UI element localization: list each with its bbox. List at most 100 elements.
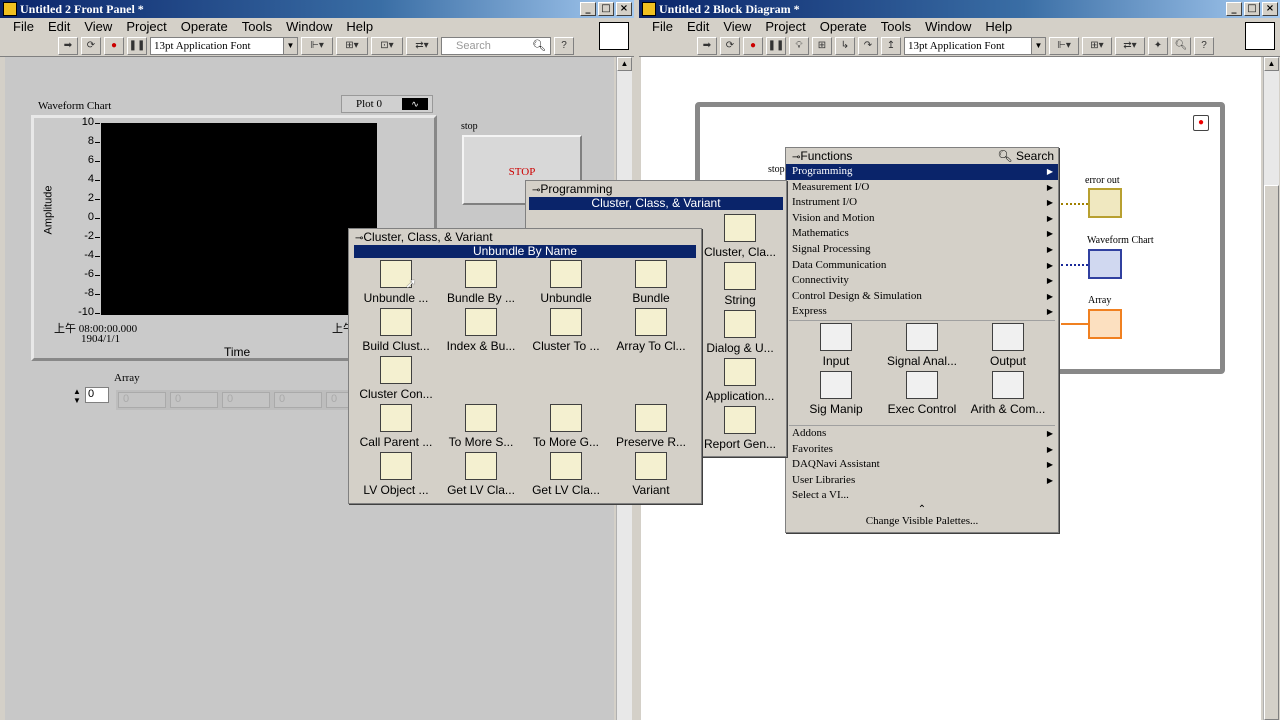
- menu-help[interactable]: Help: [978, 18, 1019, 35]
- abort-icon[interactable]: ●: [104, 36, 124, 55]
- functions-palette-header[interactable]: ⊸Functions 🔍︎ Search: [786, 148, 1058, 164]
- error-out-terminal[interactable]: [1088, 188, 1122, 218]
- functions-search-button[interactable]: 🔍︎ Search: [997, 148, 1054, 164]
- step-out-icon[interactable]: ↥: [881, 36, 901, 55]
- menu-operate[interactable]: Operate: [813, 18, 874, 35]
- cluster-lv-object-button[interactable]: LV Object ...: [353, 452, 439, 500]
- menu-window[interactable]: Window: [918, 18, 978, 35]
- palette-item-signal-processing[interactable]: Signal Processing ▶: [786, 242, 1058, 258]
- scroll-up-arrow-icon[interactable]: ▲: [617, 57, 632, 71]
- cluster-variant-button[interactable]: Variant: [608, 452, 694, 500]
- express-sig-manip-button[interactable]: Sig Manip: [793, 370, 879, 419]
- reorder-icon[interactable]: ⇄▾: [406, 36, 438, 55]
- palette-item-data-communication[interactable]: Data Communication ▶: [786, 258, 1058, 274]
- cluster-cluster-con-button[interactable]: Cluster Con...: [353, 356, 439, 404]
- palette-item-user-libraries[interactable]: User Libraries ▶: [786, 473, 1058, 489]
- maximize-button[interactable]: □: [1244, 2, 1260, 16]
- distribute-icon[interactable]: ⊞▾: [336, 36, 368, 55]
- array-terminal[interactable]: [1088, 309, 1122, 339]
- menu-project[interactable]: Project: [758, 18, 812, 35]
- bd-vertical-scrollbar[interactable]: ▲: [1263, 57, 1279, 720]
- cluster-build-clust-button[interactable]: Build Clust...: [353, 308, 439, 356]
- cluster-array-to-cl-button[interactable]: Array To Cl...: [608, 308, 694, 356]
- programming-string-button[interactable]: String: [697, 262, 783, 310]
- cluster-get-lv-cla-button[interactable]: Get LV Cla...: [523, 452, 609, 500]
- array-element[interactable]: 0: [222, 392, 270, 408]
- menu-file[interactable]: File: [645, 18, 680, 35]
- loop-stop-condition-icon[interactable]: ●: [1193, 115, 1209, 131]
- array-element[interactable]: 0: [170, 392, 218, 408]
- front-panel-titlebar[interactable]: Untitled 2 Front Panel * _ □ ×: [0, 0, 634, 18]
- close-button[interactable]: ×: [1262, 2, 1278, 16]
- menu-view[interactable]: View: [716, 18, 758, 35]
- array-index-value[interactable]: 0: [85, 387, 109, 403]
- palette-item-programming[interactable]: Programming ▶: [786, 164, 1058, 180]
- programming-cluster-cla-button[interactable]: Cluster, Cla...: [697, 214, 783, 262]
- programming-application-button[interactable]: Application...: [697, 358, 783, 406]
- express-output-button[interactable]: Output: [965, 322, 1051, 371]
- array-element[interactable]: 0: [118, 392, 166, 408]
- cluster-bundle-by-button[interactable]: Bundle By ...: [438, 260, 524, 308]
- express-arith-com-button[interactable]: Arith & Com...: [965, 370, 1051, 419]
- run-continuous-icon[interactable]: ⟳: [720, 36, 740, 55]
- distribute-icon[interactable]: ⊞▾: [1082, 36, 1112, 55]
- search-input[interactable]: Search 🔍︎: [441, 36, 551, 55]
- align-icon[interactable]: ⊩▾: [1049, 36, 1079, 55]
- menu-edit[interactable]: Edit: [41, 18, 77, 35]
- cluster-index-bu-button[interactable]: Index & Bu...: [438, 308, 524, 356]
- palette-item-daqnavi-assistant[interactable]: DAQNavi Assistant ▶: [786, 457, 1058, 473]
- menu-edit[interactable]: Edit: [680, 18, 716, 35]
- palette-item-addons[interactable]: Addons ▶: [786, 426, 1058, 442]
- run-arrow-icon[interactable]: ➡: [697, 36, 717, 55]
- express-signal-anal-button[interactable]: Signal Anal...: [879, 322, 965, 371]
- programming-dialog-u-button[interactable]: Dialog & U...: [697, 310, 783, 358]
- menu-help[interactable]: Help: [339, 18, 380, 35]
- run-continuous-icon[interactable]: ⟳: [81, 36, 101, 55]
- menu-tools[interactable]: Tools: [235, 18, 279, 35]
- cluster-bundle-button[interactable]: Bundle: [608, 260, 694, 308]
- cluster-cluster-to-button[interactable]: Cluster To ...: [523, 308, 609, 356]
- cluster-call-parent-button[interactable]: Call Parent ...: [353, 404, 439, 452]
- express-exec-control-button[interactable]: Exec Control: [879, 370, 965, 419]
- vi-icon[interactable]: [599, 22, 629, 50]
- palette-item-select-a-vi[interactable]: Select a VI...: [786, 488, 1058, 504]
- step-over-icon[interactable]: ↷: [858, 36, 878, 55]
- scroll-up-arrow-icon[interactable]: ▲: [1264, 57, 1279, 71]
- array-index-control[interactable]: ▲ ▼ 0: [73, 387, 113, 405]
- palette-item-connectivity[interactable]: Connectivity ▶: [786, 273, 1058, 289]
- palette-item-measurement-i-o[interactable]: Measurement I/O ▶: [786, 180, 1058, 196]
- block-diagram-titlebar[interactable]: Untitled 2 Block Diagram * _ □ ×: [639, 0, 1280, 18]
- menu-tools[interactable]: Tools: [874, 18, 918, 35]
- cluster-to-more-g-button[interactable]: To More G...: [523, 404, 609, 452]
- font-selector[interactable]: 13pt Application Font ▼: [150, 36, 298, 55]
- array-element[interactable]: 0: [274, 392, 322, 408]
- menu-operate[interactable]: Operate: [174, 18, 235, 35]
- waveform-chart-terminal[interactable]: [1088, 249, 1122, 279]
- expand-chevron-icon[interactable]: ⌃: [786, 504, 1058, 515]
- index-stepper[interactable]: ▲ ▼: [73, 387, 85, 405]
- cluster-to-more-s-button[interactable]: To More S...: [438, 404, 524, 452]
- align-icon[interactable]: ⊩▾: [301, 36, 333, 55]
- cluster-palette-header[interactable]: ⊸Cluster, Class, & Variant: [349, 229, 701, 245]
- resize-icon[interactable]: ⊡▾: [371, 36, 403, 55]
- programming-report-gen-button[interactable]: Report Gen...: [697, 406, 783, 454]
- search-icon[interactable]: 🔍︎: [1171, 36, 1191, 55]
- cluster-preserve-r-button[interactable]: Preserve R...: [608, 404, 694, 452]
- change-visible-palettes[interactable]: Change Visible Palettes...: [786, 515, 1058, 527]
- vi-icon[interactable]: [1245, 22, 1275, 50]
- palette-item-express[interactable]: Express ▶: [786, 304, 1058, 320]
- menu-window[interactable]: Window: [279, 18, 339, 35]
- plot-legend[interactable]: Plot 0 ∿: [341, 95, 433, 113]
- help-icon[interactable]: ?: [554, 36, 574, 55]
- retain-wire-values-icon[interactable]: ⊞: [812, 36, 832, 55]
- abort-icon[interactable]: ●: [743, 36, 763, 55]
- palette-item-favorites[interactable]: Favorites ▶: [786, 442, 1058, 458]
- reorder-icon[interactable]: ⇄▾: [1115, 36, 1145, 55]
- menu-file[interactable]: File: [6, 18, 41, 35]
- minimize-button[interactable]: _: [1226, 2, 1242, 16]
- menu-project[interactable]: Project: [119, 18, 173, 35]
- palette-item-mathematics[interactable]: Mathematics ▶: [786, 226, 1058, 242]
- express-input-button[interactable]: Input: [793, 322, 879, 371]
- minimize-button[interactable]: _: [580, 2, 596, 16]
- programming-palette-header[interactable]: ⊸Programming: [526, 181, 786, 197]
